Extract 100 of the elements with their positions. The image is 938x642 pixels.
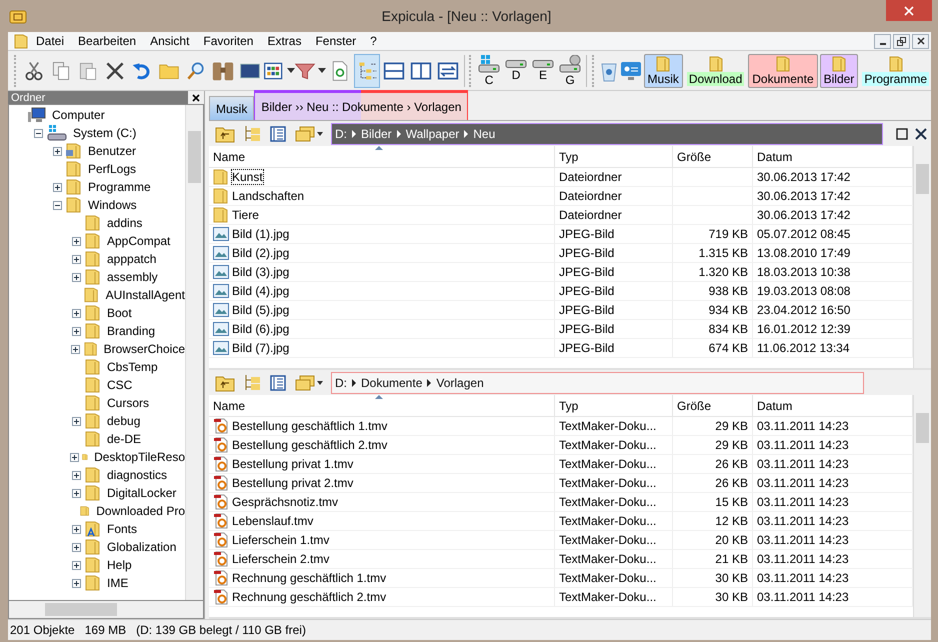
tree-item[interactable]: Benutzer bbox=[85, 144, 136, 158]
tab[interactable]: Bilder ›› Neu :: Dokumente › Vorlagen bbox=[254, 90, 468, 120]
menu-item[interactable]: Fenster bbox=[309, 34, 362, 48]
scrollbar[interactable] bbox=[8, 601, 204, 619]
path-bar[interactable]: D: Bilder Wallpaper Neu bbox=[331, 122, 883, 144]
favorite-button[interactable]: Dokumente bbox=[748, 54, 818, 88]
tree-item[interactable]: Globalization bbox=[104, 540, 176, 554]
file-name[interactable]: Bild (3).jpg bbox=[232, 265, 290, 279]
expand-toggle[interactable] bbox=[52, 200, 62, 210]
folder-up-icon[interactable] bbox=[215, 124, 235, 142]
file-name[interactable]: Kunst bbox=[232, 170, 263, 184]
drive-button[interactable]: E bbox=[530, 60, 556, 82]
tree-item[interactable]: addins bbox=[104, 216, 142, 230]
tree-item[interactable]: assembly bbox=[104, 270, 158, 284]
tree-item[interactable]: PerfLogs bbox=[85, 162, 136, 176]
tree-item[interactable]: Boot bbox=[104, 306, 132, 320]
expand-toggle[interactable] bbox=[72, 578, 80, 588]
close-button[interactable] bbox=[912, 34, 929, 48]
path-segment[interactable]: Wallpaper bbox=[406, 126, 460, 140]
expand-toggle[interactable] bbox=[72, 560, 80, 570]
file-name[interactable]: Bild (7).jpg bbox=[232, 341, 290, 355]
close-icon[interactable] bbox=[915, 128, 927, 140]
favorite-button[interactable]: Download bbox=[684, 54, 746, 88]
menu-item[interactable]: Extras bbox=[261, 34, 308, 48]
column-header[interactable]: Typ bbox=[555, 395, 673, 416]
menu-item[interactable]: ? bbox=[364, 34, 383, 48]
tree-item[interactable]: IME bbox=[104, 576, 128, 590]
expand-toggle[interactable] bbox=[72, 524, 80, 534]
tree-item[interactable]: BrowserChoice bbox=[100, 342, 185, 356]
file-name[interactable]: Lieferschein 1.tmv bbox=[232, 533, 330, 547]
tree-item[interactable]: apppatch bbox=[104, 252, 156, 266]
tree-item[interactable]: DesktopTileReso bbox=[91, 450, 185, 464]
tree-item[interactable]: Programme bbox=[85, 180, 151, 194]
drive-button[interactable]: G bbox=[557, 54, 584, 86]
details-icon[interactable] bbox=[269, 374, 287, 392]
expand-toggle[interactable] bbox=[52, 146, 62, 156]
file-name[interactable]: Bild (4).jpg bbox=[232, 284, 290, 298]
file-name[interactable]: Bild (6).jpg bbox=[232, 322, 290, 336]
expand-toggle[interactable] bbox=[72, 254, 80, 264]
expand-toggle[interactable] bbox=[72, 272, 80, 282]
tree-item[interactable]: diagnostics bbox=[104, 468, 168, 482]
column-header[interactable]: Größe bbox=[673, 146, 753, 167]
expand-toggle[interactable] bbox=[72, 308, 80, 318]
path-segment[interactable]: Neu bbox=[473, 126, 496, 140]
file-name[interactable]: Bestellung privat 1.tmv bbox=[232, 457, 354, 471]
folders-dropdown-icon[interactable] bbox=[294, 374, 324, 392]
tree-item[interactable]: debug bbox=[104, 414, 140, 428]
file-name[interactable]: Bild (5).jpg bbox=[232, 303, 290, 317]
tree-item[interactable]: Downloaded Pro bbox=[93, 504, 185, 518]
file-name[interactable]: Bild (1).jpg bbox=[232, 227, 290, 241]
details-icon[interactable] bbox=[269, 124, 287, 142]
drive-button[interactable]: D bbox=[503, 60, 530, 82]
path-segment[interactable]: D: bbox=[335, 376, 347, 390]
folders-dropdown-icon[interactable] bbox=[294, 124, 324, 142]
path-segment[interactable]: D: bbox=[335, 126, 347, 140]
file-name[interactable]: Bestellung privat 2.tmv bbox=[232, 476, 354, 490]
file-name[interactable]: Gesprächsnotiz.tmv bbox=[232, 495, 338, 509]
file-name[interactable]: Bild (2).jpg bbox=[232, 246, 290, 260]
file-name[interactable]: Bestellung geschäftlich 1.tmv bbox=[232, 419, 388, 433]
tree-item[interactable]: Branding bbox=[104, 324, 156, 338]
tab[interactable]: Musik bbox=[209, 96, 254, 120]
file-name[interactable]: Rechnung geschäftlich 1.tmv bbox=[232, 571, 386, 585]
tree-item[interactable]: Windows bbox=[85, 198, 137, 212]
tree-item[interactable]: System (C:) bbox=[70, 126, 136, 140]
tree-item[interactable]: Help bbox=[104, 558, 132, 572]
expand-toggle[interactable] bbox=[72, 542, 80, 552]
expand-toggle[interactable] bbox=[70, 344, 80, 354]
file-name[interactable]: Rechnung geschäftlich 2.tmv bbox=[232, 590, 386, 604]
file-name[interactable]: Landschaften bbox=[232, 189, 304, 203]
tree-item[interactable]: CbsTemp bbox=[104, 360, 158, 374]
expand-toggle[interactable] bbox=[34, 128, 42, 138]
expand-toggle[interactable] bbox=[72, 236, 80, 246]
menu-item[interactable]: Bearbeiten bbox=[72, 34, 142, 48]
restore-button[interactable] bbox=[893, 34, 910, 48]
favorite-button[interactable]: Bilder bbox=[820, 54, 858, 88]
tree-item[interactable]: Fonts bbox=[104, 522, 138, 536]
tree-item[interactable]: AppCompat bbox=[104, 234, 170, 248]
menu-item[interactable]: Datei bbox=[30, 34, 70, 48]
favorite-button[interactable]: Programme bbox=[860, 54, 931, 88]
tree-item[interactable]: AUInstallAgent bbox=[102, 288, 185, 302]
path-segment[interactable]: Bilder bbox=[361, 126, 392, 140]
expand-toggle[interactable] bbox=[72, 470, 80, 480]
tree-item[interactable]: CSC bbox=[104, 378, 132, 392]
column-header[interactable]: Typ bbox=[555, 146, 673, 167]
column-header[interactable]: Größe bbox=[673, 395, 753, 416]
file-name[interactable]: Bestellung geschäftlich 2.tmv bbox=[232, 438, 388, 452]
maximize-icon[interactable] bbox=[896, 128, 908, 140]
expand-toggle[interactable] bbox=[72, 488, 80, 498]
tree-item[interactable]: Cursors bbox=[104, 396, 150, 410]
path-segment[interactable]: Dokumente bbox=[361, 376, 422, 390]
folder-up-icon[interactable] bbox=[215, 374, 235, 392]
menu-item[interactable]: Ansicht bbox=[144, 34, 196, 48]
file-name[interactable]: Lebenslauf.tmv bbox=[232, 514, 314, 528]
tree-item[interactable]: de-DE bbox=[104, 432, 142, 446]
file-name[interactable]: Lieferschein 2.tmv bbox=[232, 552, 330, 566]
path-bar[interactable]: D: Dokumente Vorlagen bbox=[331, 372, 864, 394]
drive-button[interactable]: C bbox=[476, 54, 502, 86]
expand-toggle[interactable] bbox=[72, 326, 80, 336]
tree-item[interactable]: Computer bbox=[49, 108, 105, 122]
tree-item[interactable]: DigitalLocker bbox=[104, 486, 176, 500]
